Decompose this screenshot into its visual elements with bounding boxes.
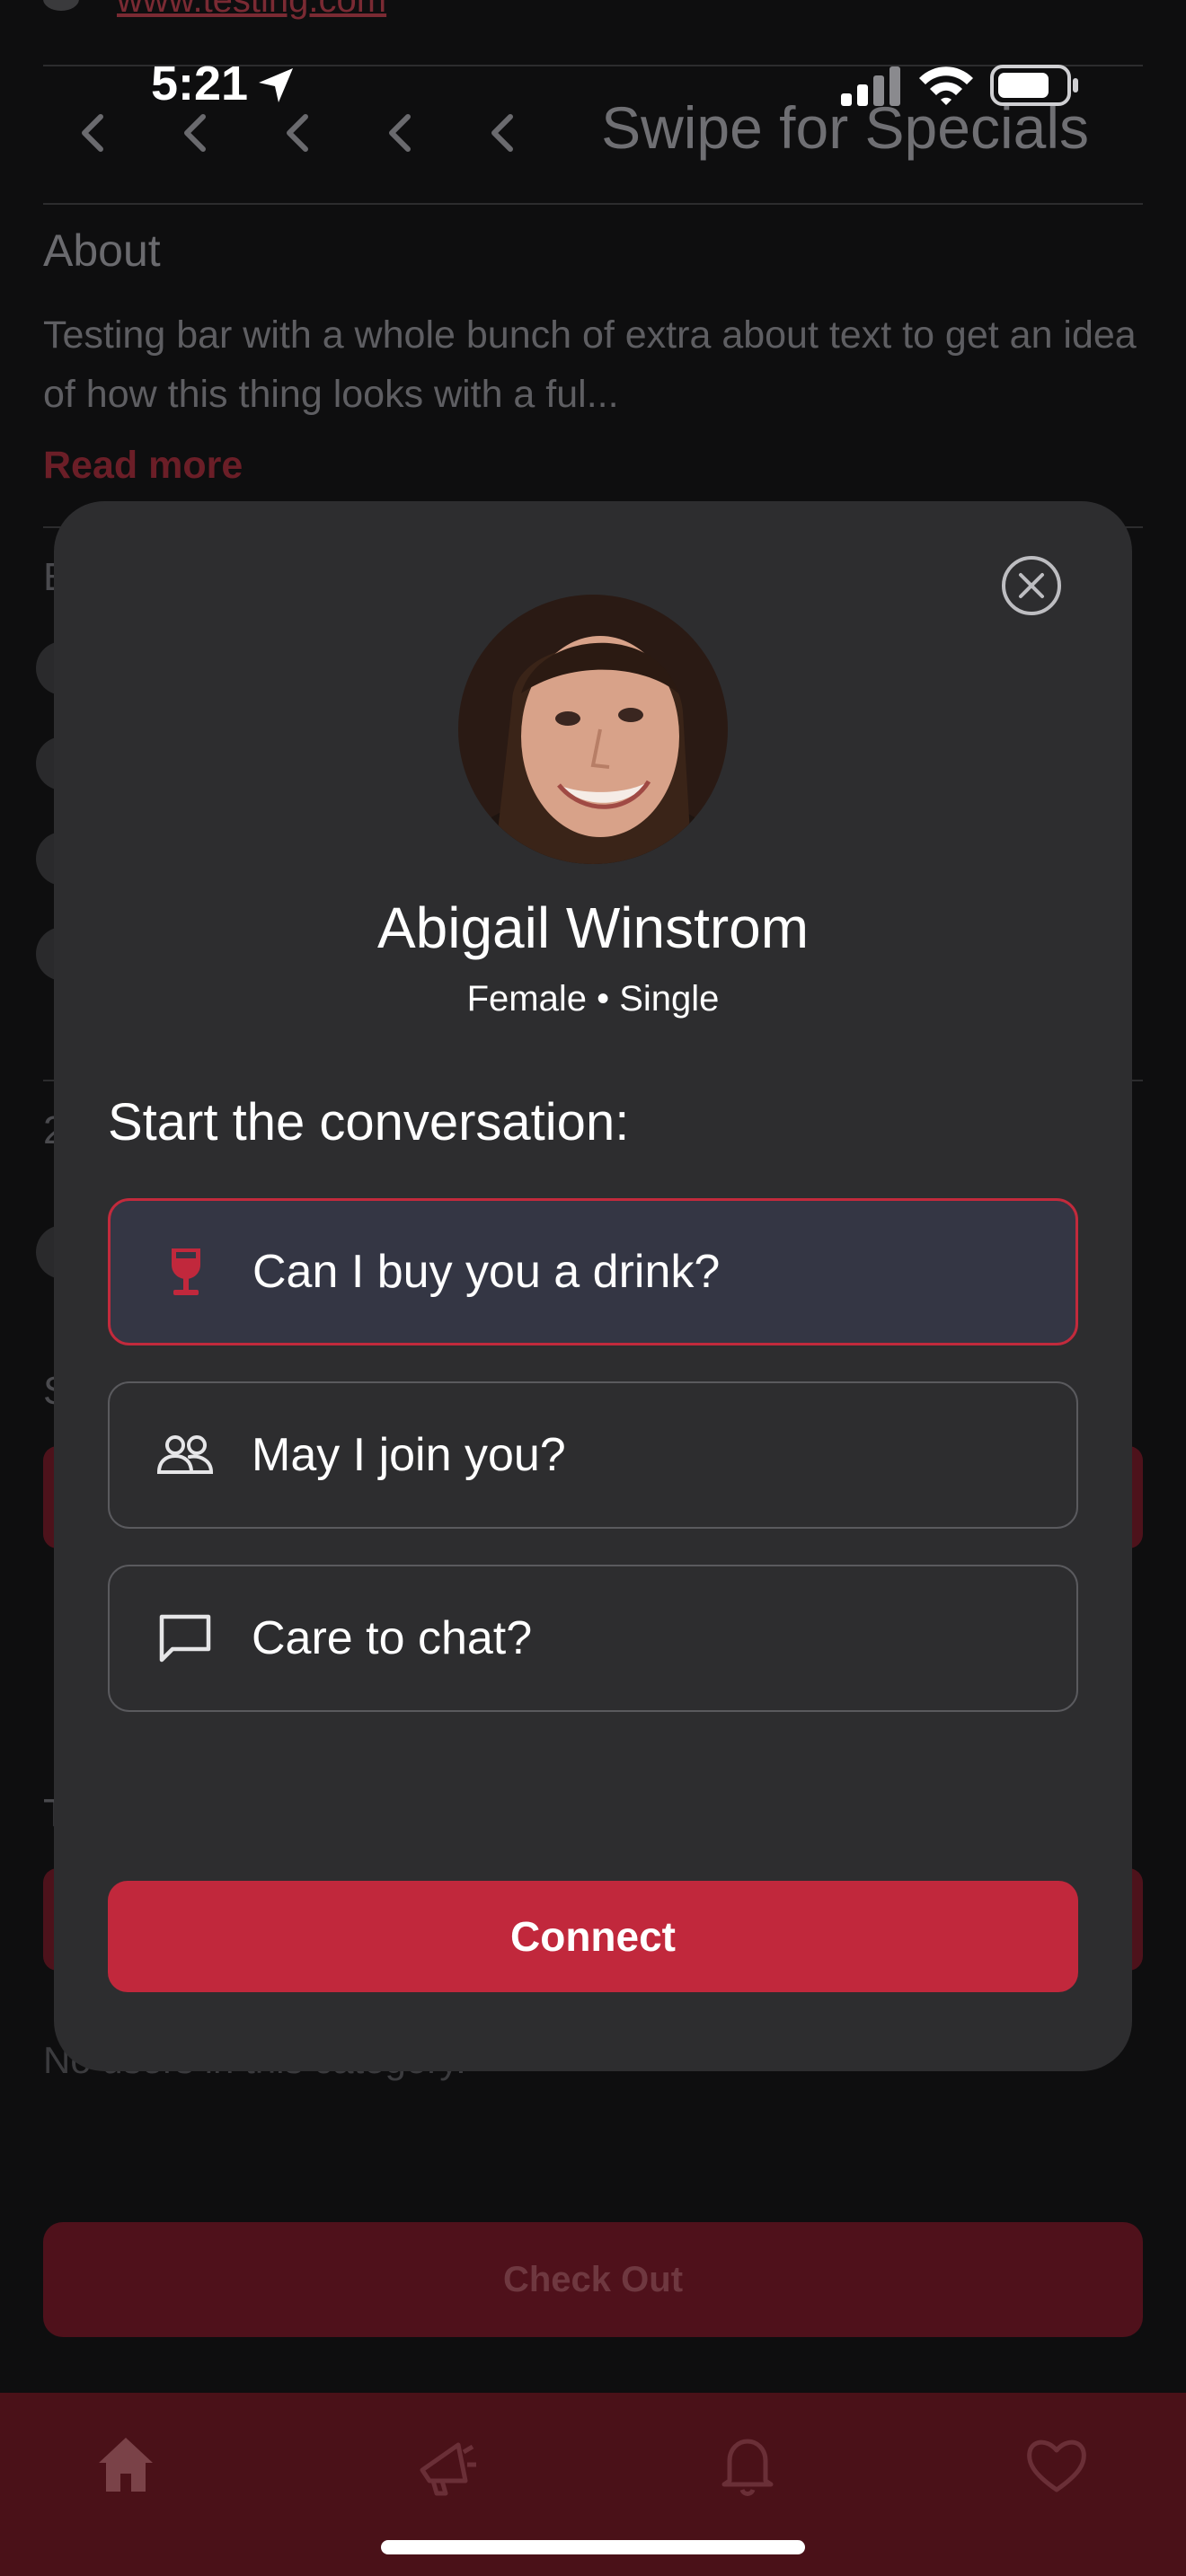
website-link[interactable]: www.testing.com — [117, 0, 386, 21]
home-indicator — [381, 2540, 805, 2554]
divider — [43, 203, 1143, 205]
chevron-left-icon[interactable] — [169, 106, 223, 160]
read-more-link[interactable]: Read more — [43, 444, 243, 488]
option-buy-drink[interactable]: Can I buy you a drink? — [108, 1198, 1078, 1345]
wine-glass-icon — [154, 1239, 218, 1304]
battery-icon — [990, 65, 1078, 106]
option-label: May I join you? — [252, 1429, 566, 1481]
about-heading: About — [43, 225, 161, 276]
bell-icon[interactable] — [712, 2429, 783, 2501]
chat-bubble-icon — [153, 1606, 217, 1671]
avatar — [458, 595, 728, 864]
profile-name: Abigail Winstrom — [376, 895, 810, 960]
wifi-icon — [919, 66, 973, 105]
home-icon[interactable] — [90, 2429, 162, 2501]
profile-photo — [458, 595, 728, 864]
megaphone-icon[interactable] — [410, 2429, 482, 2501]
chevron-left-icon[interactable] — [374, 106, 428, 160]
about-text: Testing bar with a whole bunch of extra … — [43, 313, 1137, 416]
option-label: Can I buy you a drink? — [252, 1246, 721, 1298]
location-arrow-icon — [259, 68, 293, 102]
status-time: 5:21 — [151, 57, 249, 110]
profile-subtitle: Female • Single — [466, 979, 720, 1019]
people-icon — [153, 1423, 217, 1487]
checkout-button[interactable]: Check Out — [43, 2222, 1143, 2337]
heart-icon[interactable] — [1021, 2429, 1093, 2501]
option-join-you[interactable]: May I join you? — [108, 1381, 1078, 1529]
connect-button[interactable]: Connect — [108, 1881, 1078, 1992]
chevron-left-icon[interactable] — [66, 106, 120, 160]
chevron-left-icon[interactable] — [476, 106, 530, 160]
cellular-signal-icon — [841, 66, 900, 106]
close-icon[interactable] — [999, 553, 1064, 618]
option-chat[interactable]: Care to chat? — [108, 1565, 1078, 1712]
link-icon — [43, 0, 79, 11]
chevron-left-icon[interactable] — [271, 106, 325, 160]
option-label: Care to chat? — [252, 1612, 533, 1664]
conversation-prompt: Start the conversation: — [108, 1093, 630, 1151]
